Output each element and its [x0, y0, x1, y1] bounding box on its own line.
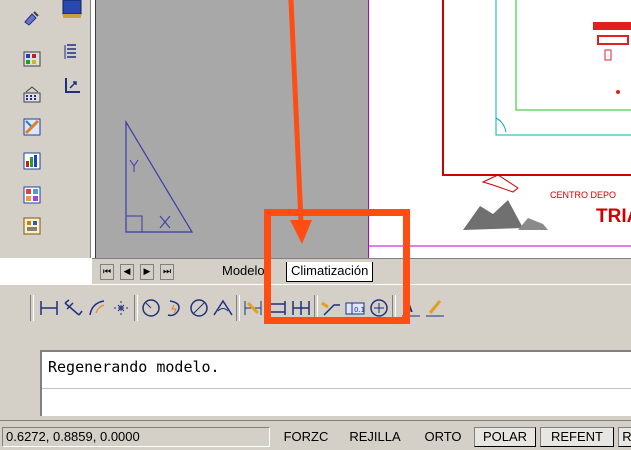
pointer-arrow	[288, 0, 312, 244]
